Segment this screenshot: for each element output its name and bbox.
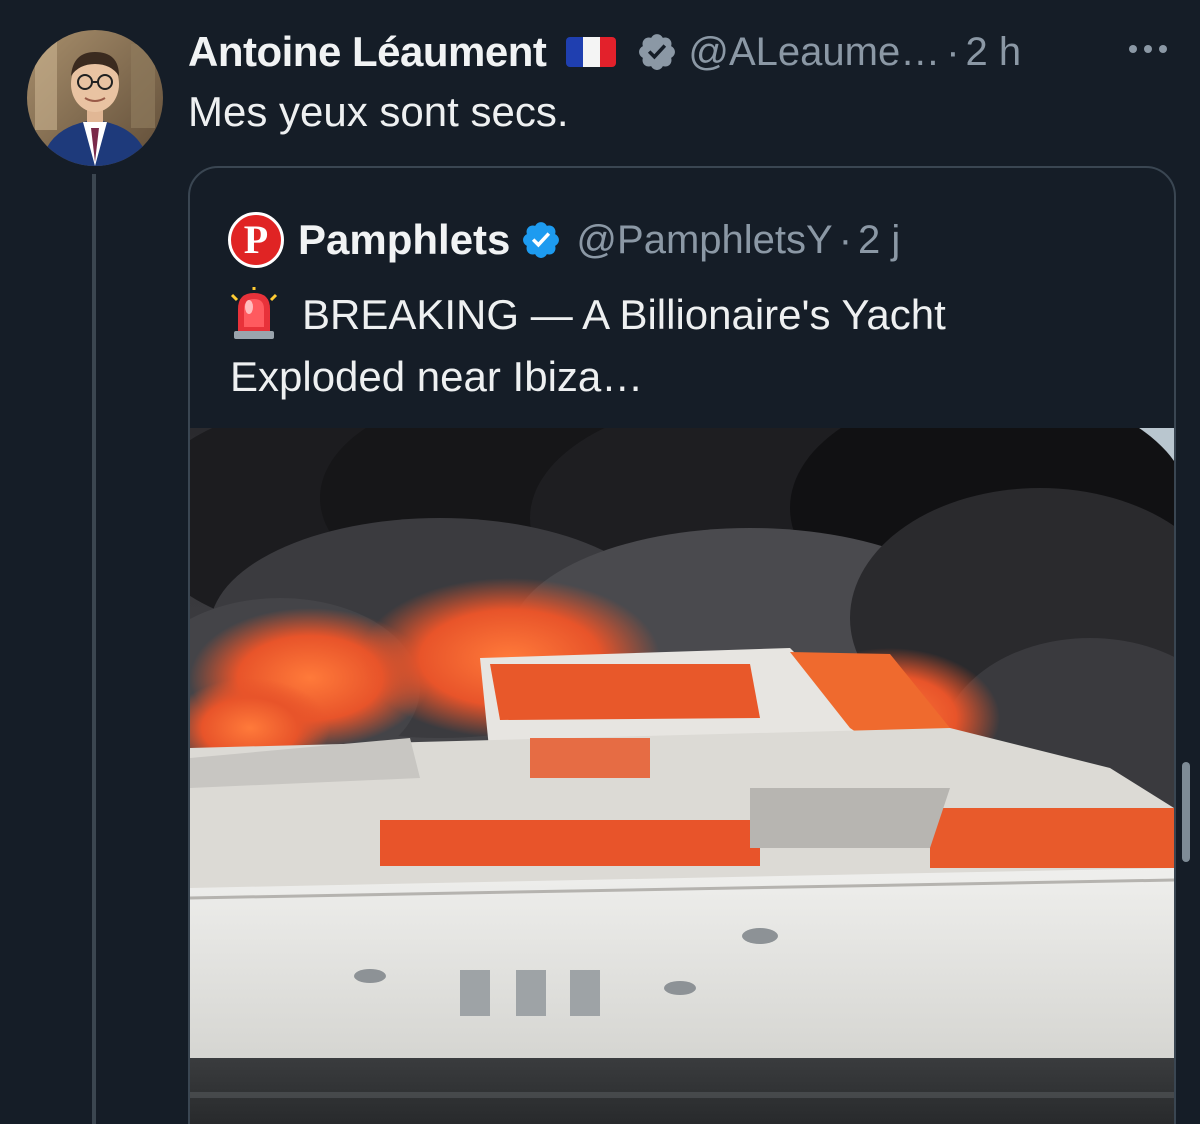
scrollbar[interactable]	[1182, 762, 1190, 862]
police-siren-icon	[230, 287, 278, 339]
quoted-tweet-time[interactable]: 2 j	[858, 218, 900, 263]
tweet[interactable]: Antoine Léaument @ALeaume… · 2 h Mes yeu…	[0, 0, 1200, 1124]
verified-badge-icon	[639, 34, 676, 70]
separator-dot: ·	[946, 29, 960, 74]
separator-dot: ·	[838, 217, 853, 262]
verified-badge-icon	[523, 222, 560, 258]
thread-line	[92, 174, 96, 1124]
pamphlets-logo[interactable]: P	[228, 212, 284, 268]
quoted-tweet-text: BREAKING — A Billionaire's Yacht Explode…	[230, 291, 946, 400]
quoted-author-handle[interactable]: @PamphletsY	[576, 218, 832, 263]
quoted-tweet-header: P Pamphlets @PamphletsY · 2 j	[228, 212, 900, 268]
quoted-tweet-media[interactable]	[190, 388, 1174, 1124]
tweet-text: Mes yeux sont secs.	[188, 88, 569, 135]
france-flag-icon	[566, 37, 617, 67]
more-options-icon[interactable]	[1126, 34, 1170, 64]
tweet-header: Antoine Léaument @ALeaume… · 2 h	[188, 26, 1021, 78]
quoted-tweet-text-block: BREAKING — A Billionaire's Yacht Explode…	[230, 284, 1130, 408]
quoted-tweet[interactable]: P Pamphlets @PamphletsY · 2 j BREAKING —…	[188, 166, 1176, 1124]
author-name[interactable]: Antoine Léaument	[188, 28, 547, 76]
quoted-author-name[interactable]: Pamphlets	[298, 216, 510, 264]
author-avatar[interactable]	[27, 30, 163, 166]
author-handle[interactable]: @ALeaume…	[688, 30, 940, 75]
tweet-time[interactable]: 2 h	[966, 30, 1022, 75]
